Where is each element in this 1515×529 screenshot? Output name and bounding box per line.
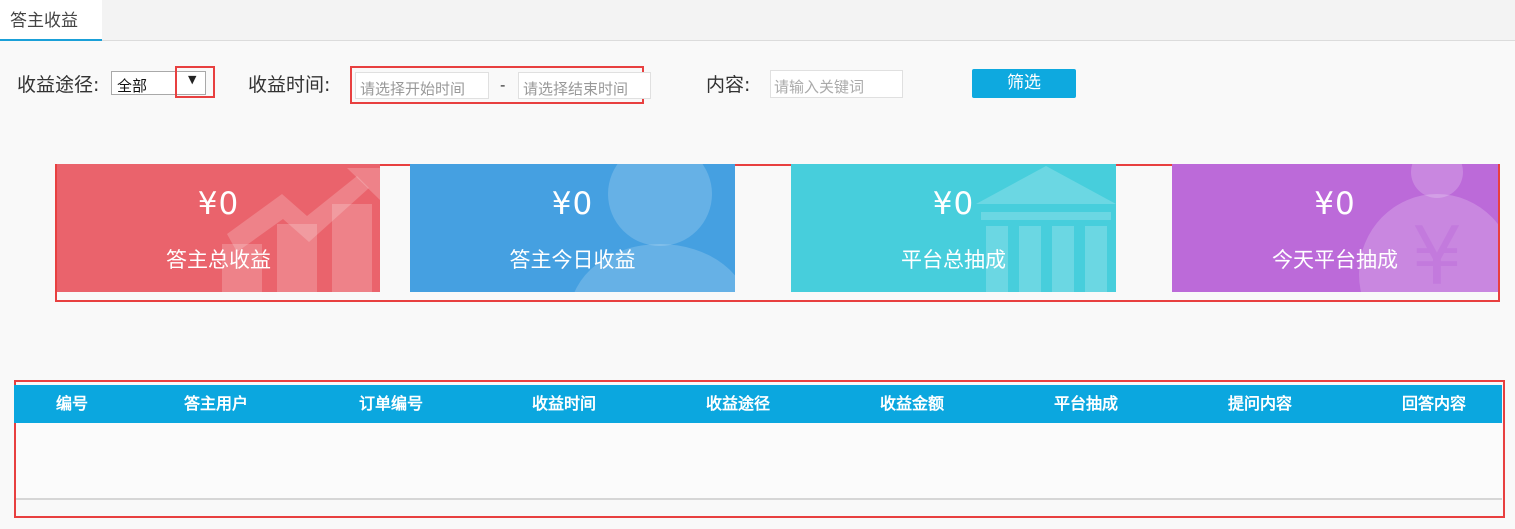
column-header-answer: 回答内容 — [1401, 394, 1466, 413]
card-today-earnings: ¥0 答主今日收益 — [410, 164, 735, 292]
filter-button[interactable]: 筛选 — [972, 69, 1076, 98]
column-header-earning-amount: 收益金额 — [879, 394, 944, 413]
column-header-platform-commission: 平台抽成 — [1053, 394, 1118, 413]
tab-answerer-earnings[interactable]: 答主收益 — [0, 0, 102, 41]
card-label: 平台总抽成 — [901, 248, 1006, 272]
table-body — [16, 423, 1502, 500]
column-header-id: 编号 — [55, 394, 88, 413]
start-date-input[interactable]: 请选择开始时间 — [355, 72, 489, 99]
date-range-picker: 请选择开始时间 - 请选择结束时间 — [350, 66, 651, 104]
card-label: 答主总收益 — [166, 248, 271, 272]
card-value: ¥0 — [932, 186, 975, 222]
card-platform-today-commission: ¥ ¥0 今天平台抽成 — [1172, 164, 1498, 292]
tab-bar: 答主收益 — [0, 0, 1515, 41]
card-label: 今天平台抽成 — [1272, 248, 1398, 272]
time-label: 收益时间: — [248, 74, 331, 96]
column-header-order-no: 订单编号 — [358, 394, 423, 413]
keyword-input[interactable]: 请输入关键词 — [770, 70, 903, 98]
date-separator: - — [500, 76, 506, 94]
column-header-earning-source: 收益途径 — [705, 394, 770, 413]
column-header-answerer: 答主用户 — [183, 394, 248, 413]
card-value: ¥0 — [551, 186, 594, 222]
card-value: ¥0 — [1314, 186, 1356, 222]
column-header-question: 提问内容 — [1227, 394, 1292, 413]
source-select-dropdown[interactable]: ▼ — [175, 66, 215, 98]
card-platform-total-commission: ¥0 平台总抽成 — [791, 164, 1116, 292]
card-value: ¥0 — [197, 186, 240, 222]
content-label: 内容: — [706, 74, 751, 96]
source-label: 收益途径: — [17, 74, 100, 96]
column-header-earning-time: 收益时间 — [531, 394, 596, 413]
table-header: 编号 答主用户 订单编号 收益时间 收益途径 收益金额 平台抽成 提问内容 回答… — [14, 385, 1502, 423]
card-total-earnings: ¥0 答主总收益 — [57, 164, 380, 292]
end-date-input[interactable]: 请选择结束时间 — [518, 72, 651, 99]
card-label: 答主今日收益 — [509, 248, 636, 272]
triangle-down-icon: ▼ — [188, 73, 197, 86]
